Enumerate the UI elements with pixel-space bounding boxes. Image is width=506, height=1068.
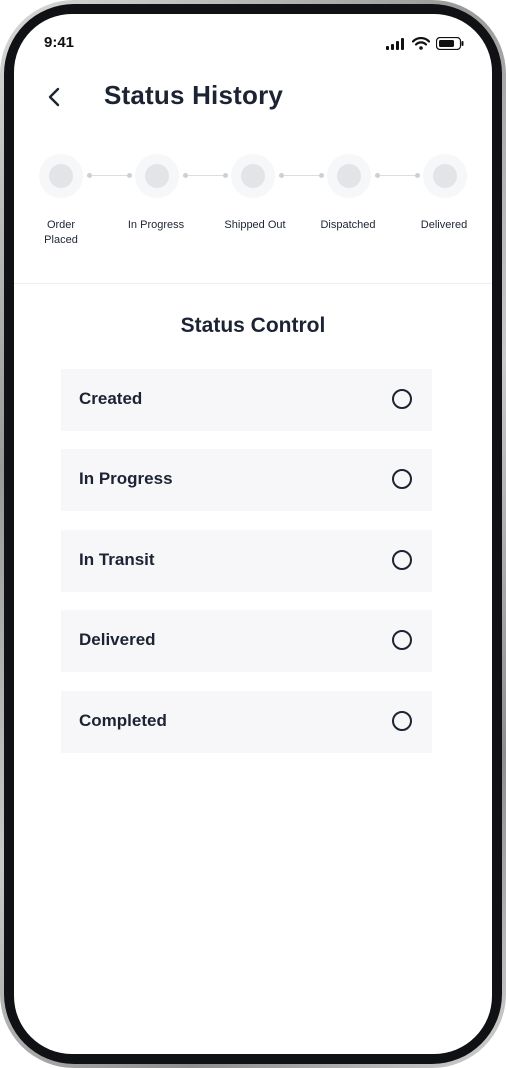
- status-icons: [386, 37, 464, 50]
- step-in-progress: [135, 154, 179, 198]
- header: Status History: [14, 78, 492, 118]
- status-bar: 9:41: [14, 14, 492, 66]
- radio-button[interactable]: [392, 550, 412, 570]
- chevron-left-icon: [48, 87, 60, 107]
- radio-button[interactable]: [392, 389, 412, 409]
- step-delivered: [423, 154, 467, 198]
- battery-icon: [436, 37, 464, 50]
- option-label: In Transit: [79, 550, 155, 569]
- step-marker-inner: [241, 164, 265, 188]
- option-label: Completed: [79, 711, 167, 730]
- step-connector: [87, 173, 132, 178]
- wifi-icon: [412, 37, 430, 50]
- radio-button[interactable]: [392, 711, 412, 731]
- step-connector: [183, 173, 228, 178]
- option-label: In Progress: [79, 469, 173, 488]
- status-option-in-transit[interactable]: In Transit: [61, 530, 432, 592]
- step-shipped-out: [231, 154, 275, 198]
- status-option-completed[interactable]: Completed: [61, 691, 432, 753]
- step-label: Dispatched: [320, 219, 376, 231]
- status-stepper: Order Placed In Progress Shipped Out Dis…: [14, 154, 492, 254]
- page-title: Status History: [104, 80, 284, 110]
- status-option-in-progress[interactable]: In Progress: [61, 449, 432, 511]
- status-option-created[interactable]: Created: [61, 369, 432, 431]
- step-label: In Progress: [127, 219, 185, 231]
- radio-button[interactable]: [392, 469, 412, 489]
- option-label: Delivered: [79, 630, 156, 649]
- option-label: Created: [79, 389, 143, 408]
- step-marker-inner: [337, 164, 361, 188]
- step-marker-inner: [145, 164, 169, 188]
- screen: 9:41 Status History Order Placed In Prog…: [14, 14, 492, 1054]
- section-divider: [14, 283, 492, 284]
- step-marker-inner: [433, 164, 457, 188]
- signal-icon: [386, 37, 404, 50]
- step-label: Delivered: [420, 219, 468, 231]
- step-marker-inner: [49, 164, 73, 188]
- step-connector: [279, 173, 324, 178]
- step-label: Order Placed: [44, 219, 78, 246]
- step-order-placed: [39, 154, 83, 198]
- step-dispatched: [327, 154, 371, 198]
- section-title: Status Control: [180, 314, 326, 337]
- step-connector: [375, 173, 420, 178]
- radio-button[interactable]: [392, 630, 412, 650]
- status-time: 9:41: [44, 34, 75, 51]
- back-button[interactable]: [40, 82, 70, 112]
- status-option-delivered[interactable]: Delivered: [61, 610, 432, 672]
- step-label: Shipped Out: [224, 219, 286, 231]
